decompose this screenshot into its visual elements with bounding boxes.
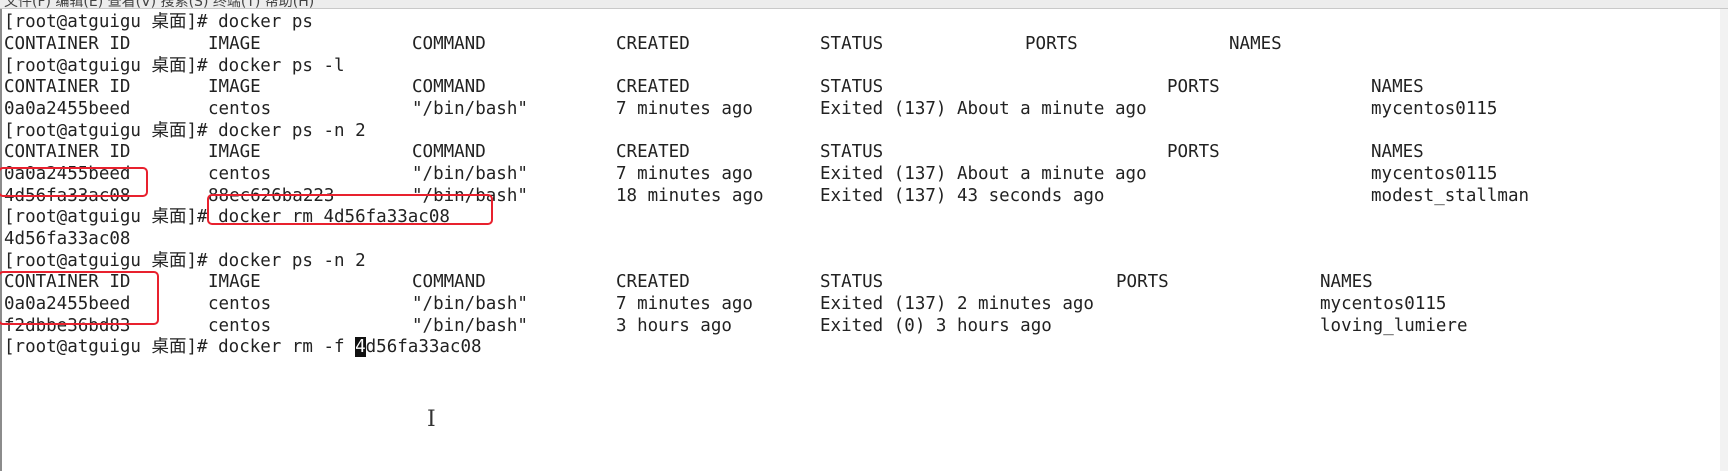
command-text: docker ps -n 2 <box>218 251 366 271</box>
cell-names: loving_lumiere <box>1320 316 1468 336</box>
header-ports: PORTS <box>1116 272 1169 292</box>
shell-prompt: [root@atguigu 桌面]# <box>4 12 208 32</box>
header-created: CREATED <box>616 142 690 162</box>
shell-prompt: [root@atguigu 桌面]# <box>4 207 208 227</box>
cell-status: Exited (137) 2 minutes ago <box>820 294 1094 314</box>
shell-prompt: [root@atguigu 桌面]# <box>4 56 208 76</box>
command-output: 4d56fa33ac08 <box>4 227 130 251</box>
terminal-scrollbar[interactable] <box>1720 9 1728 471</box>
cell-image: centos <box>208 164 272 184</box>
text-cursor[interactable]: 4 <box>355 337 366 357</box>
header-status: STATUS <box>820 272 884 292</box>
shell-prompt: [root@atguigu 桌面]# <box>4 337 208 357</box>
header-ports: PORTS <box>1167 142 1220 162</box>
header-image: IMAGE <box>208 34 261 54</box>
command-input-rest[interactable]: d56fa33ac08 <box>366 337 482 357</box>
header-names: NAMES <box>1229 34 1282 54</box>
command-text: docker ps -l <box>218 56 345 76</box>
header-created: CREATED <box>616 272 690 292</box>
output-text: 4d56fa33ac08 <box>4 229 131 249</box>
terminal-menubar[interactable]: 文件(F) 编辑(E) 查看(V) 搜索(S) 终端(T) 帮助(H) <box>0 0 1728 9</box>
header-created: CREATED <box>616 77 690 97</box>
cell-command: "/bin/bash" <box>412 294 528 314</box>
header-names: NAMES <box>1371 142 1424 162</box>
header-names: NAMES <box>1371 77 1424 97</box>
cell-created: 18 minutes ago <box>616 186 764 206</box>
header-image: IMAGE <box>208 272 261 292</box>
header-created: CREATED <box>616 34 690 54</box>
cell-created: 7 minutes ago <box>616 294 753 314</box>
cell-status: Exited (137) About a minute ago <box>820 99 1147 119</box>
header-names: NAMES <box>1320 272 1373 292</box>
shell-prompt: [root@atguigu 桌面]# <box>4 121 208 141</box>
terminal-output[interactable]: [root@atguigu 桌面]# docker ps CONTAINER ID… <box>4 12 1719 471</box>
cell-container-id: 0a0a2455beed <box>4 164 131 184</box>
header-container-id: CONTAINER ID <box>4 77 131 97</box>
cell-image: centos <box>208 99 272 119</box>
cell-created: 7 minutes ago <box>616 164 753 184</box>
command-text: docker ps <box>218 12 313 32</box>
cell-container-id: 0a0a2455beed <box>4 99 131 119</box>
cell-command: "/bin/bash" <box>412 99 528 119</box>
header-status: STATUS <box>820 77 884 97</box>
header-container-id: CONTAINER ID <box>4 34 131 54</box>
prompt-line: [root@atguigu 桌面]# docker rm -f 4d56fa33… <box>4 335 482 359</box>
header-status: STATUS <box>820 34 884 54</box>
prompt-line: [root@atguigu 桌面]# docker ps <box>4 10 313 34</box>
menubar-label[interactable]: 文件(F) 编辑(E) 查看(V) 搜索(S) 终端(T) 帮助(H) <box>4 0 314 8</box>
header-image: IMAGE <box>208 142 261 162</box>
cell-command: "/bin/bash" <box>412 164 528 184</box>
header-command: COMMAND <box>412 77 486 97</box>
cell-status: Exited (0) 3 hours ago <box>820 316 1052 336</box>
header-command: COMMAND <box>412 272 486 292</box>
command-text: docker rm 4d56fa33ac08 <box>218 207 450 227</box>
cell-names: mycentos0115 <box>1371 164 1498 184</box>
cell-status: Exited (137) 43 seconds ago <box>820 186 1105 206</box>
i-beam-cursor-icon: I <box>427 407 436 432</box>
shell-prompt: [root@atguigu 桌面]# <box>4 251 208 271</box>
cell-created: 7 minutes ago <box>616 99 753 119</box>
cell-container-id: 0a0a2455beed <box>4 294 131 314</box>
header-command: COMMAND <box>412 142 486 162</box>
cell-names: modest_stallman <box>1371 186 1530 206</box>
header-ports: PORTS <box>1025 34 1078 54</box>
command-input[interactable]: docker rm -f <box>218 337 355 357</box>
window-left-border <box>0 9 2 471</box>
header-status: STATUS <box>820 142 884 162</box>
cell-names: mycentos0115 <box>1320 294 1447 314</box>
command-text: docker ps -n 2 <box>218 121 366 141</box>
header-ports: PORTS <box>1167 77 1220 97</box>
header-container-id: CONTAINER ID <box>4 142 131 162</box>
header-command: COMMAND <box>412 34 486 54</box>
cell-names: mycentos0115 <box>1371 99 1498 119</box>
prompt-line: [root@atguigu 桌面]# docker rm 4d56fa33ac0… <box>4 205 450 229</box>
header-image: IMAGE <box>208 77 261 97</box>
cell-image: centos <box>208 294 272 314</box>
cell-status: Exited (137) About a minute ago <box>820 164 1147 184</box>
header-container-id: CONTAINER ID <box>4 272 131 292</box>
cell-created: 3 hours ago <box>616 316 732 336</box>
